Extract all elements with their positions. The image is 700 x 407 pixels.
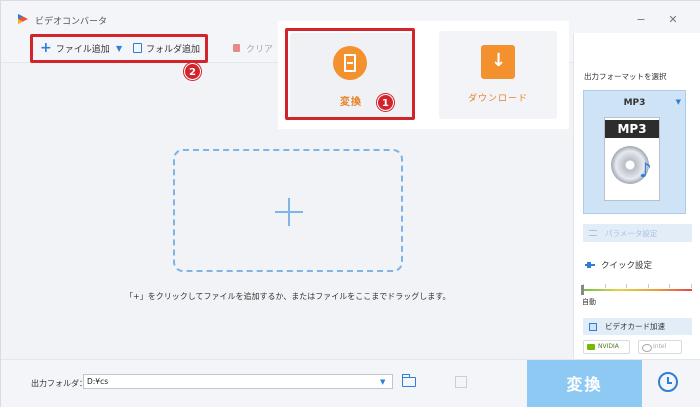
- close-button[interactable]: ✕: [667, 14, 679, 27]
- output-format-title: 出力フォーマットを選択: [584, 72, 667, 81]
- download-mode-label: ダウンロード: [467, 94, 528, 104]
- chevron-down-icon: ▼: [675, 98, 681, 106]
- nvidia-badge: NVIDIA: [583, 340, 630, 354]
- app-window: ビデオコンバータ − ✕ + ファイル追加 ▼ フォルダ追加 クリア 変換 ↓ …: [0, 0, 700, 407]
- preview-icon[interactable]: [455, 376, 467, 388]
- download-mode-tile[interactable]: ↓ ダウンロード: [439, 31, 557, 119]
- format-image-label: MP3: [605, 120, 659, 138]
- alarm-icon[interactable]: [658, 372, 678, 392]
- annotation-box-convert: [285, 28, 415, 120]
- intel-badge: Intel: [638, 340, 682, 354]
- app-logo-icon: [18, 14, 28, 24]
- annotation-badge-1: 1: [377, 94, 394, 111]
- format-preview: MP3 ♪: [604, 117, 660, 201]
- parameter-settings-button[interactable]: パラメータ設定: [583, 224, 692, 242]
- convert-button[interactable]: 変換: [527, 360, 642, 407]
- output-folder-input[interactable]: D:¥cs: [83, 374, 393, 389]
- folder-open-icon[interactable]: [402, 374, 416, 387]
- sliders-icon: [589, 230, 597, 236]
- gpu-icon: [589, 322, 597, 331]
- parameter-settings-label: パラメータ設定: [605, 228, 658, 238]
- quality-slider-ticks: [583, 284, 692, 288]
- quick-settings[interactable]: クイック設定: [585, 259, 652, 271]
- app-title: ビデオコンバータ: [35, 17, 108, 27]
- add-plus-icon-vertical: [288, 198, 290, 226]
- quick-setting-icon: [585, 262, 595, 268]
- annotation-box-toolbar: [30, 34, 208, 63]
- download-icon: ↓: [481, 45, 515, 79]
- gpu-acceleration-label: ビデオカード加速: [605, 322, 665, 331]
- annotation-badge-2: 2: [184, 63, 201, 80]
- bottom-bar: 出力フォルダ： D:¥cs ▼ 変換: [1, 359, 700, 407]
- quality-slider[interactable]: [583, 289, 692, 291]
- format-name: MP3: [623, 98, 646, 108]
- music-note-icon: ♪: [639, 158, 652, 182]
- quick-settings-label: クイック設定: [601, 261, 653, 271]
- trash-icon: [233, 44, 240, 52]
- output-format-panel: 出力フォーマットを選択 MP3 ▼ MP3 ♪ パラメータ設定 クイック設定 自…: [573, 33, 700, 359]
- clear-label: クリア: [246, 44, 274, 55]
- clear-button[interactable]: クリア: [233, 41, 273, 55]
- slider-value-label: 自動: [582, 298, 596, 306]
- quality-slider-thumb[interactable]: [581, 285, 584, 295]
- format-selector[interactable]: MP3 ▼ MP3 ♪: [583, 90, 686, 214]
- minimize-button[interactable]: −: [635, 14, 647, 27]
- chevron-down-icon[interactable]: ▼: [380, 378, 385, 386]
- drop-zone[interactable]: [173, 149, 403, 272]
- drop-hint: 「+」をクリックしてファイルを追加するか、またはファイルをここまでドラッグします…: [125, 292, 451, 301]
- output-folder-label: 出力フォルダ：: [31, 379, 87, 388]
- gpu-acceleration-toggle[interactable]: ビデオカード加速: [583, 318, 692, 335]
